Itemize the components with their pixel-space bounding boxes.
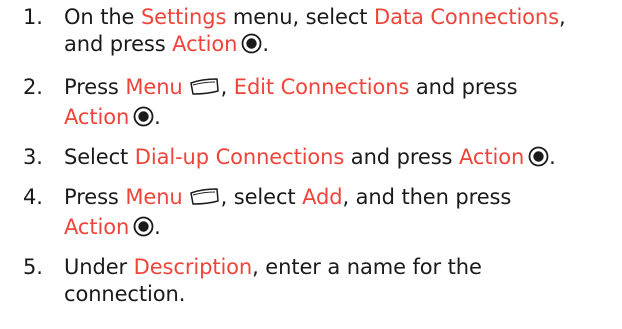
step-number: 2. — [23, 75, 43, 99]
step-text: Press — [64, 75, 126, 99]
step-1: 1. On the Settings menu, select Data Con… — [0, 4, 572, 61]
action-term: Action — [64, 215, 130, 239]
step-text: menu, select — [226, 5, 374, 29]
step-3: 3. Select Dial-up Connections and press … — [0, 144, 562, 174]
step-text: . — [154, 215, 161, 239]
edit-connections-term: Edit Connections — [233, 75, 410, 99]
action-button-icon — [241, 33, 262, 61]
step-text: . — [549, 145, 556, 169]
menu-term: Menu — [125, 185, 183, 209]
step-text: connection. — [64, 282, 186, 306]
add-term: Add — [302, 185, 343, 209]
action-term: Action — [458, 145, 525, 169]
step-text: , — [220, 75, 234, 99]
step-number: 3. — [23, 145, 43, 169]
step-text: On the — [64, 5, 141, 29]
data-connections-term: Data Connections — [374, 5, 559, 29]
menu-softkey-icon — [187, 77, 221, 104]
action-button-icon — [528, 146, 549, 174]
action-button-icon — [133, 216, 154, 244]
step-text: Select — [64, 145, 135, 169]
description-term: Description — [133, 255, 253, 279]
dial-up-connections-term: Dial-up Connections — [134, 145, 345, 169]
step-number: 1. — [23, 5, 43, 29]
step-number: 4. — [23, 185, 43, 209]
step-text: . — [154, 105, 161, 129]
step-text: , — [558, 5, 566, 29]
step-4: 4. Press Menu , select Add, and then pres… — [0, 184, 517, 244]
step-text: and press — [409, 75, 518, 99]
step-5: 5. Under Description, enter a name for t… — [0, 254, 488, 308]
step-text: . — [262, 32, 269, 56]
step-text: , enter a name for the — [252, 255, 482, 279]
step-text: and press — [344, 145, 459, 169]
action-term: Action — [64, 105, 130, 129]
step-text: , select — [220, 185, 303, 209]
step-number: 5. — [23, 255, 43, 279]
step-2: 2. Press Menu, Edit Connections and pres… — [0, 74, 523, 134]
step-text: and press — [64, 32, 173, 56]
action-button-icon — [133, 106, 154, 134]
action-term: Action — [172, 32, 238, 56]
step-text: Under — [64, 255, 134, 279]
menu-softkey-icon — [187, 187, 221, 214]
step-text: Press — [64, 185, 126, 209]
menu-term: Menu — [125, 75, 183, 99]
step-text: , and then press — [342, 185, 512, 209]
settings-term: Settings — [140, 5, 227, 29]
